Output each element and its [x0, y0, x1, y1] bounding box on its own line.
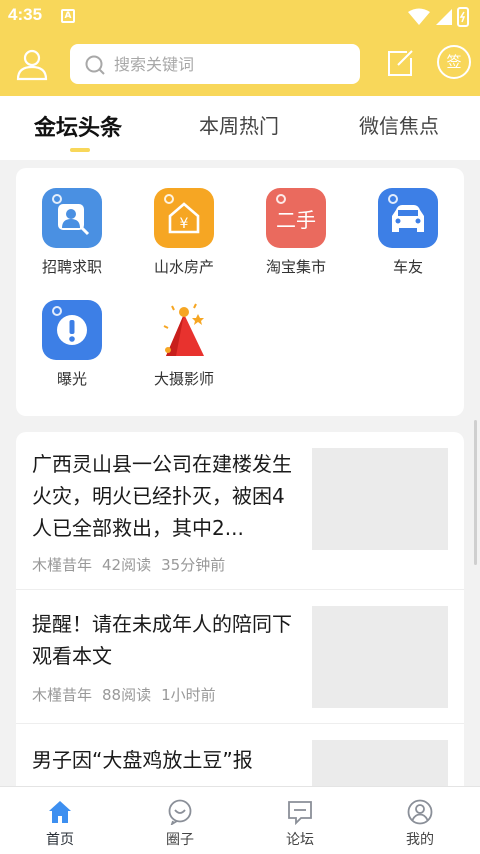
home-icon	[49, 801, 71, 823]
sign-in-button[interactable]: 签	[437, 45, 471, 79]
car-icon	[378, 188, 438, 248]
list-item[interactable]: 提醒！请在未成年人的陪同下观看本文 木槿昔年 88阅读 1小时前	[16, 590, 464, 724]
nav-label: 论坛	[286, 832, 314, 848]
nav-circle[interactable]: 圈子	[120, 787, 240, 854]
nav-label: 首页	[46, 832, 74, 848]
article-time: 35分钟前	[161, 556, 226, 574]
category-label: 曝光	[56, 370, 87, 388]
category-expose[interactable]: 曝光	[16, 280, 128, 390]
scrollbar[interactable]	[474, 420, 477, 565]
news-feed: 广西灵山县一公司在建楼发生火灾，明火已经扑灭，被困4人已全部救出，其中2... …	[16, 432, 464, 792]
svg-text:¥: ¥	[180, 216, 189, 232]
house-icon: ¥	[154, 188, 214, 248]
category-label: 招聘求职	[41, 258, 102, 276]
article-meta: 木槿昔年 42阅读 35分钟前	[32, 554, 235, 575]
category-photographer[interactable]: 大摄影师	[128, 280, 240, 390]
exclamation-icon	[42, 300, 102, 360]
profile-icon	[407, 799, 433, 825]
status-bar: 4:35 A	[0, 0, 480, 32]
article-reads: 42阅读	[102, 556, 152, 574]
secondhand-icon-text: 二手	[276, 207, 316, 232]
category-job[interactable]: 招聘求职	[16, 168, 128, 278]
active-tab-indicator	[70, 148, 90, 152]
article-title: 男子因“大盘鸡放土豆”报	[32, 748, 253, 772]
search-input[interactable]	[114, 44, 344, 84]
search-bar[interactable]	[70, 44, 360, 84]
top-bar: 签	[0, 40, 480, 90]
category-market[interactable]: 二手 淘宝集市	[240, 168, 352, 278]
secondhand-icon: 二手	[266, 188, 326, 248]
category-grid: 招聘求职 ¥ 山水房产 二手 淘宝集市 车友 曝光 大摄影师	[16, 168, 464, 416]
article-thumbnail	[312, 448, 448, 550]
search-icon	[85, 55, 105, 75]
article-thumbnail	[312, 740, 448, 792]
status-icons	[408, 7, 469, 27]
tab-headlines[interactable]: 金坛头条	[34, 110, 122, 142]
category-car[interactable]: 车友	[352, 168, 464, 278]
category-label: 车友	[392, 258, 423, 276]
category-label: 淘宝集市	[265, 258, 326, 276]
category-property[interactable]: ¥ 山水房产	[128, 168, 240, 278]
status-time: 4:35	[8, 5, 43, 24]
tab-wechat-focus[interactable]: 微信焦点	[359, 110, 439, 139]
article-author: 木槿昔年	[32, 556, 93, 574]
nav-mine[interactable]: 我的	[360, 787, 480, 854]
article-reads: 88阅读	[102, 686, 152, 704]
user-icon[interactable]	[14, 46, 50, 82]
app-header: 4:35 A 签	[0, 0, 480, 96]
nav-forum[interactable]: 论坛	[240, 787, 360, 854]
article-title: 提醒！请在未成年人的陪同下观看本文	[32, 612, 292, 668]
job-search-icon	[42, 188, 102, 248]
article-title: 广西灵山县一公司在建楼发生火灾，明火已经扑灭，被困4人已全部救出，其中2...	[32, 452, 292, 540]
notification-icon: A	[61, 9, 75, 23]
bottom-nav: 首页 圈子 论坛 我的	[0, 786, 480, 854]
article-thumbnail	[312, 606, 448, 708]
nav-home[interactable]: 首页	[0, 787, 120, 854]
article-author: 木槿昔年	[32, 686, 93, 704]
forum-icon	[288, 801, 312, 825]
tab-bar: 金坛头条 本周热门 微信焦点	[0, 96, 480, 160]
category-label: 大摄影师	[153, 370, 214, 388]
list-item[interactable]: 男子因“大盘鸡放土豆”报	[16, 724, 464, 792]
compose-icon[interactable]	[385, 48, 415, 78]
category-label: 山水房产	[153, 258, 214, 276]
nav-label: 我的	[406, 832, 434, 848]
party-hat-icon	[163, 303, 204, 356]
article-time: 1小时前	[161, 686, 216, 704]
nav-label: 圈子	[166, 832, 194, 848]
article-meta: 木槿昔年 88阅读 1小时前	[32, 684, 226, 705]
list-item[interactable]: 广西灵山县一公司在建楼发生火灾，明火已经扑灭，被困4人已全部救出，其中2... …	[16, 432, 464, 590]
tab-weekly-hot[interactable]: 本周热门	[199, 110, 279, 139]
chat-bubble-icon	[168, 799, 192, 825]
